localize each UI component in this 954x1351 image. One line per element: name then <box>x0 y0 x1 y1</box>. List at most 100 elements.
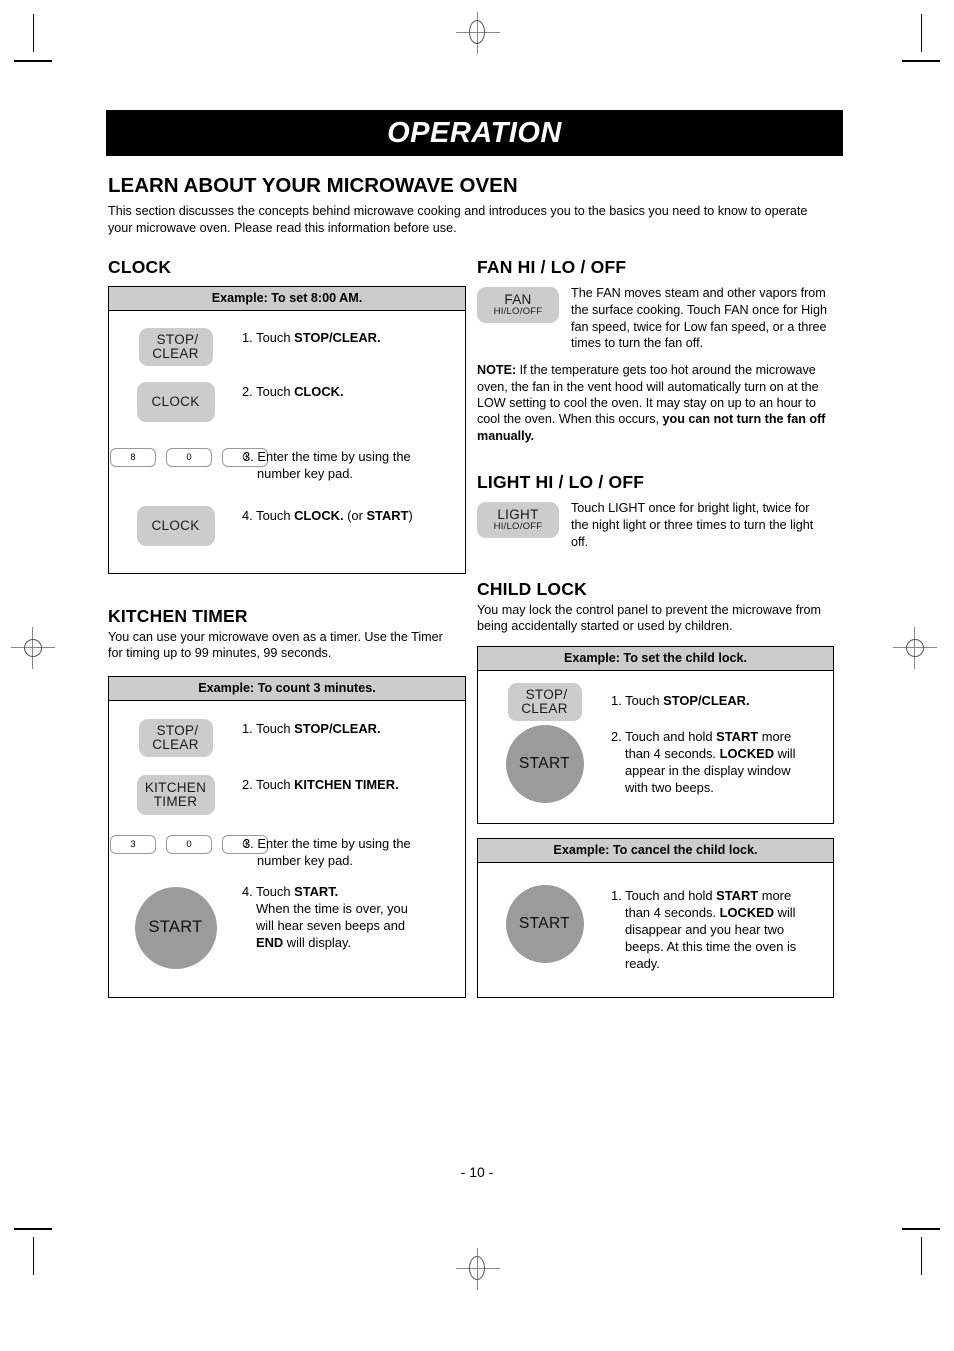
stop-clear-button[interactable]: STOP/ CLEAR <box>507 683 582 722</box>
clock-step-4: CLOCK 4. Touch CLOCK. (or START) <box>109 506 465 546</box>
child-lock-set-step-1-lead: Touch <box>625 693 664 709</box>
clock-heading: CLOCK <box>108 257 172 277</box>
child-lock-cancel-step-1-line2-lead: than 4 seconds. <box>625 905 720 921</box>
clock-step-4-button-cell: CLOCK <box>109 506 242 546</box>
child-lock-cancel-step-1-line2: than 4 seconds. LOCKED will <box>611 904 796 921</box>
child-lock-set-step-1-bold: STOP/CLEAR. <box>663 693 750 709</box>
light-button[interactable]: LIGHT HI/LO/OFF <box>477 502 559 539</box>
clock-button[interactable]: CLOCK <box>136 382 215 422</box>
kitchen-step-1-lead: Touch <box>256 720 295 736</box>
start-button[interactable]: START <box>134 886 217 969</box>
child-lock-cancel-step-1-bold: START <box>716 888 759 904</box>
banner-title: OPERATION <box>387 116 562 149</box>
crop-mark-top-left-horizontal <box>14 60 52 62</box>
child-lock-cancel-step-1-tail: more <box>758 888 792 904</box>
clock-step-1-text: 1. Touch STOP/CLEAR. <box>242 328 381 346</box>
registration-mark-bottom <box>456 1248 500 1290</box>
child-lock-cancel-step-1-button-cell: START <box>478 885 611 964</box>
child-lock-set-step-2-tail: more <box>758 729 792 745</box>
stop-clear-label-line2: CLEAR <box>521 701 568 717</box>
clock-example-box: Example: To set 8:00 AM. STOP/ CLEAR 1. … <box>108 286 466 574</box>
start-button-label: START <box>519 755 570 773</box>
kitchen-step-4-text: 4. Touch START. When the time is over, y… <box>242 883 408 951</box>
clock-step-2-text: 2. Touch CLOCK. <box>242 382 344 400</box>
light-button-label-line1: LIGHT <box>497 507 539 523</box>
stop-clear-label-line2: CLEAR <box>152 346 199 361</box>
light-button-cell: LIGHT HI/LO/OFF <box>477 500 559 539</box>
kitchen-step-3: 3 0 0 3. Enter the time by using the num… <box>109 834 465 869</box>
clock-step-4-lead: Touch <box>256 508 295 523</box>
crop-mark-bottom-left-vertical <box>33 1237 34 1275</box>
clock-confirm-button-label: CLOCK <box>151 517 200 533</box>
number-key-0-a[interactable]: 0 <box>166 448 212 467</box>
kitchen-step-3-line2: number key pad. <box>257 852 354 868</box>
stop-clear-button[interactable]: STOP/ CLEAR <box>138 328 213 366</box>
fan-button-cell: FAN HI/LO/OFF <box>477 285 559 323</box>
kitchen-step-2-num: 2. <box>242 776 253 792</box>
kitchen-step-4-button-cell: START <box>109 883 242 969</box>
fan-note-label: NOTE: <box>477 363 517 378</box>
stop-clear-label-line1: STOP/ <box>525 687 568 703</box>
child-lock-set-step-1-text: 1. Touch STOP/CLEAR. <box>611 683 750 709</box>
light-description: Touch LIGHT once for bright light, twice… <box>571 501 814 549</box>
crop-mark-top-right-vertical <box>921 14 922 52</box>
kitchen-timer-example-box: Example: To count 3 minutes. STOP/ CLEAR… <box>108 675 466 998</box>
light-block: LIGHT HI/LO/OFF Touch LIGHT once for bri… <box>477 500 834 550</box>
kitchen-step-4-line4-bold: END <box>256 934 284 950</box>
clock-step-4-tail: (or <box>343 508 367 523</box>
stop-clear-label-line1: STOP/ <box>156 722 199 738</box>
number-key-0-a[interactable]: 0 <box>166 834 212 854</box>
kitchen-timer-heading: KITCHEN TIMER <box>108 606 248 626</box>
clock-step-4-tail2: ) <box>408 508 413 523</box>
kitchen-timer-example-body: STOP/ CLEAR 1. Touch STOP/CLEAR. KITCHEN… <box>109 718 465 969</box>
clock-step-1: STOP/ CLEAR 1. Touch STOP/CLEAR. <box>109 328 465 366</box>
manual-page: OPERATION LEARN ABOUT YOUR MICROWAVE OVE… <box>0 0 954 1351</box>
start-button[interactable]: START <box>505 885 584 964</box>
child-lock-set-step-2-line2-lead: than 4 seconds. <box>625 746 720 762</box>
clock-step-3-keys-cell: 8 0 0 <box>109 448 268 467</box>
child-lock-cancel-step-1-lead: Touch and hold <box>625 888 717 904</box>
start-button[interactable]: START <box>505 725 584 804</box>
start-button-label: START <box>148 918 203 937</box>
child-lock-set-step-2-num: 2. <box>611 729 622 745</box>
stop-clear-label-line1: STOP/ <box>156 331 199 347</box>
clock-button-confirm[interactable]: CLOCK <box>136 506 215 546</box>
clock-step-2-num: 2. <box>242 384 253 399</box>
number-key-3[interactable]: 3 <box>110 834 156 854</box>
child-lock-set-title: Example: To set the child lock. <box>478 647 833 672</box>
kitchen-step-3-keys-cell: 3 0 0 <box>109 834 268 854</box>
clock-step-4-bold2: START <box>366 508 409 523</box>
child-lock-cancel-step-1-line2-bold: LOCKED <box>719 905 775 921</box>
number-key-8[interactable]: 8 <box>110 448 156 467</box>
clock-step-3-lead: Enter the time by using the <box>257 449 411 464</box>
kitchen-timer-button[interactable]: KITCHEN TIMER <box>136 774 215 815</box>
child-lock-cancel-step-1-num: 1. <box>611 888 622 904</box>
child-lock-set-step-2-line2-tail: will <box>774 746 796 762</box>
start-button-label: START <box>519 915 570 933</box>
stop-clear-button[interactable]: STOP/ CLEAR <box>138 718 213 757</box>
fan-button[interactable]: FAN HI/LO/OFF <box>477 287 559 323</box>
right-column: FAN HI / LO / OFF FAN HI/LO/OFF The FAN … <box>477 257 834 999</box>
kitchen-timer-description: You can use your microwave oven as a tim… <box>108 630 443 661</box>
operation-banner: OPERATION <box>106 110 843 156</box>
kitchen-step-3-text: 3. Enter the time by using the number ke… <box>243 835 411 869</box>
kitchen-step-1-num: 1. <box>242 720 253 736</box>
child-lock-cancel-step-1: START 1. Touch and hold START more than … <box>478 885 833 972</box>
child-lock-cancel-step-1-text: 1. Touch and hold START more than 4 seco… <box>611 885 796 972</box>
kitchen-timer-label-line2: TIMER <box>153 793 198 809</box>
clock-step-3-line2: number key pad. <box>257 466 354 481</box>
child-lock-set-step-1-button-cell: STOP/ CLEAR <box>478 683 611 722</box>
clock-button-label: CLOCK <box>151 393 200 409</box>
crop-mark-top-right-horizontal <box>902 60 940 62</box>
intro-paragraph: This section discusses the concepts behi… <box>108 204 808 235</box>
child-lock-cancel-title: Example: To cancel the child lock. <box>478 839 833 864</box>
clock-step-3-num: 3. <box>243 449 254 464</box>
fan-note: NOTE: If the temperature gets too hot ar… <box>477 362 829 444</box>
clock-step-1-num: 1. <box>242 330 253 345</box>
light-heading: LIGHT HI / LO / OFF <box>477 472 645 493</box>
fan-heading: FAN HI / LO / OFF <box>477 257 627 277</box>
fan-block: FAN HI/LO/OFF The FAN moves steam and ot… <box>477 285 834 352</box>
light-button-label-line2: HI/LO/OFF <box>493 521 543 533</box>
registration-mark-top <box>456 12 500 54</box>
kitchen-step-2: KITCHEN TIMER 2. Touch KITCHEN TIMER. <box>109 774 465 815</box>
